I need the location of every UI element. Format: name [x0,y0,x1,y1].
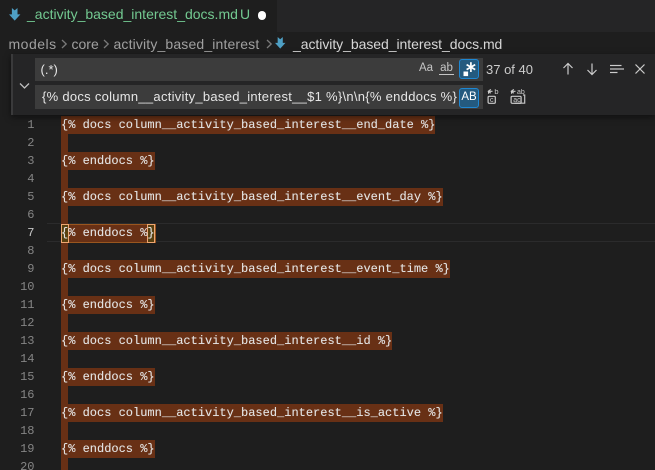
svg-text:b: b [494,89,498,96]
svg-text:ab: ab [517,89,525,96]
svg-text:c: c [489,95,493,104]
svg-text:ac: ac [513,97,521,104]
